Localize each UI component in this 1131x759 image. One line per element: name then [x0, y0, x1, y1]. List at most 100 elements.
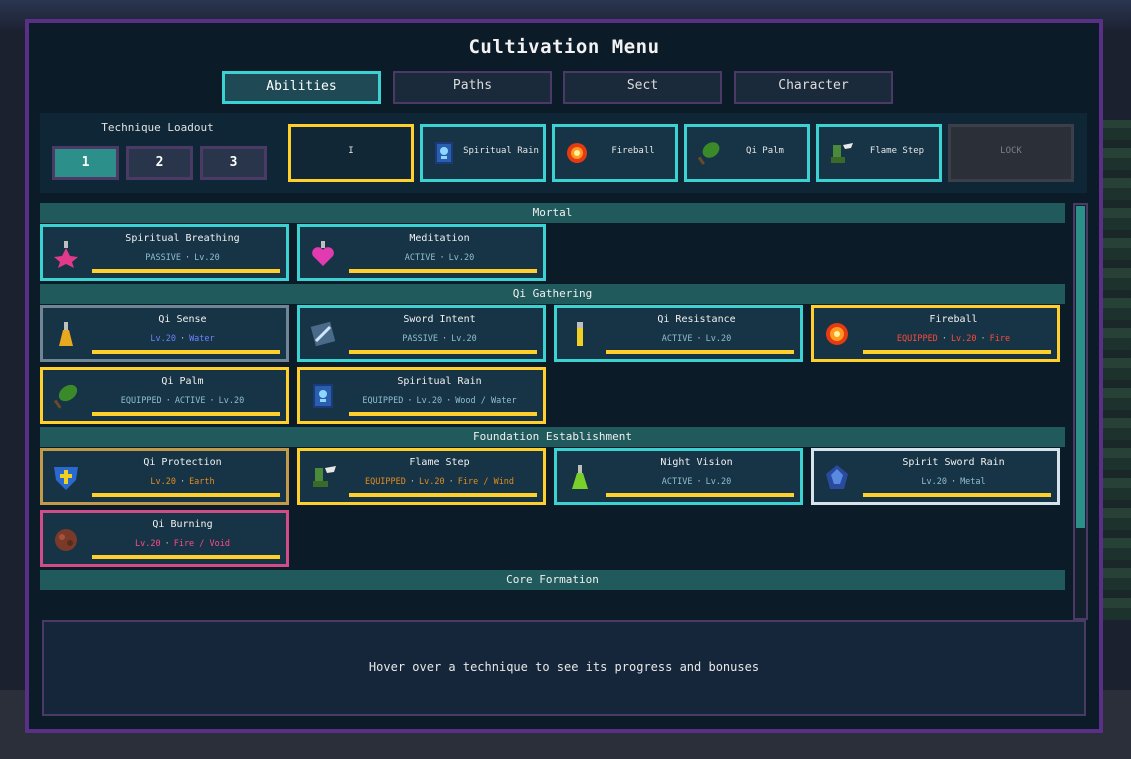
tab-sect[interactable]: Sect [563, 71, 722, 104]
loadout-slot-4[interactable]: Qi Palm [684, 124, 810, 182]
section-header-qi-gathering: Qi Gathering [40, 284, 1065, 304]
winged-boot-icon [313, 466, 336, 487]
technique-card-meditation[interactable]: Meditation ACTIVE · Lv.20 [297, 224, 546, 281]
tag-type: PASSIVE [402, 334, 439, 344]
background-foliage [1100, 120, 1131, 620]
spellbook-icon [435, 142, 453, 164]
tag-equipped: EQUIPPED [362, 396, 404, 406]
progress-bar [92, 493, 280, 497]
technique-card-sword-intent[interactable]: Sword Intent PASSIVE · Lv.20 [297, 305, 546, 362]
slot-label: Flame Step [869, 146, 925, 156]
sword-tome-icon [310, 321, 336, 347]
card-info: EQUIPPED · ACTIVE · Lv.20 [120, 396, 245, 406]
info-hint: Hover over a technique to see its progre… [368, 660, 760, 674]
tab-character[interactable]: Character [734, 71, 893, 104]
technique-card-spiritual-breathing[interactable]: Spiritual Breathing PASSIVE · Lv.20 [40, 224, 289, 281]
card-info: PASSIVE · Lv.20 [402, 334, 477, 344]
progress-bar [606, 350, 794, 354]
loadout-title: Technique Loadout [101, 121, 214, 134]
tag-element: Fire / Wind [457, 477, 515, 487]
technique-info-panel: Hover over a technique to see its progre… [42, 620, 1086, 716]
tag-level: Lv.20 [150, 334, 176, 344]
technique-list-scrollbar[interactable] [1073, 203, 1088, 620]
technique-loadout-bar: Technique Loadout 1 2 3 I Spiritual Rain… [40, 113, 1087, 193]
tag-type: ACTIVE [661, 334, 693, 344]
technique-card-qi-protection[interactable]: Qi Protection Lv.20 · Earth [40, 448, 289, 505]
technique-card-flame-step[interactable]: Flame Step EQUIPPED · Lv.20 · Fire / Wind [297, 448, 546, 505]
loadout-slot-2[interactable]: Spiritual Rain [420, 124, 546, 182]
card-info: Lv.20 · Earth [150, 477, 215, 487]
technique-card-night-vision[interactable]: Night Vision ACTIVE · Lv.20 [554, 448, 803, 505]
technique-card-qi-resistance[interactable]: Qi Resistance ACTIVE · Lv.20 [554, 305, 803, 362]
card-info: ACTIVE · Lv.20 [404, 253, 475, 263]
tag-level: Lv.20 [419, 477, 445, 487]
progress-bar [863, 493, 1051, 497]
technique-list: Mortal Spiritual Breathing PASSIVE · Lv.20… [40, 203, 1068, 613]
tab-abilities[interactable]: Abilities [222, 71, 381, 104]
progress-bar [92, 412, 280, 416]
technique-card-qi-burning[interactable]: Qi Burning Lv.20 · Fire / Void [40, 510, 289, 567]
tag-element: Earth [189, 477, 215, 487]
progress-bar [92, 269, 280, 273]
gold-flask-icon [59, 322, 73, 346]
card-info: Lv.20 · Metal [921, 477, 986, 487]
star-potion-icon [54, 241, 78, 268]
tag-element: Fire / Void [173, 539, 230, 549]
progress-bar [349, 350, 537, 354]
loadout-preset-3[interactable]: 3 [200, 146, 267, 180]
tag-level: Lv.20 [218, 396, 245, 406]
progress-bar [349, 412, 537, 416]
tab-paths[interactable]: Paths [393, 71, 552, 104]
tag-element: Fire [989, 334, 1011, 344]
tag-element: Water [189, 334, 215, 344]
technique-card-spirit-sword-rain[interactable]: Spirit Sword Rain Lv.20 · Metal [811, 448, 1060, 505]
cultivation-menu-window: Cultivation Menu Abilities Paths Sect Ch… [25, 19, 1103, 733]
progress-bar [349, 493, 537, 497]
card-name: Qi Burning [152, 519, 213, 530]
technique-card-fireball[interactable]: Fireball EQUIPPED · Lv.20 · Fire [811, 305, 1060, 362]
tag-level: Lv.20 [448, 253, 475, 263]
card-info: PASSIVE · Lv.20 [145, 253, 220, 263]
loadout-slot-3[interactable]: Fireball [552, 124, 678, 182]
card-info: ACTIVE · Lv.20 [661, 334, 732, 344]
tag-equipped: EQUIPPED [364, 477, 406, 487]
scrollbar-thumb[interactable] [1076, 206, 1085, 528]
card-name: Meditation [409, 233, 470, 244]
slot-label: I [348, 146, 354, 156]
tag-level: Lv.20 [134, 539, 161, 549]
technique-card-qi-sense[interactable]: Qi Sense Lv.20 · Water [40, 305, 289, 362]
tag-level: Lv.20 [705, 477, 732, 487]
technique-card-spiritual-rain[interactable]: Spiritual Rain EQUIPPED · Lv.20 · Wood / Wat… [297, 367, 546, 424]
tag-level: Lv.20 [194, 253, 220, 263]
card-info: ACTIVE · Lv.20 [661, 477, 732, 487]
card-info: EQUIPPED · Lv.20 · Fire [896, 334, 1011, 344]
technique-card-qi-palm[interactable]: Qi Palm EQUIPPED · ACTIVE · Lv.20 [40, 367, 289, 424]
section-header-core-formation: Core Formation [40, 570, 1065, 590]
slot-label: Fireball [611, 146, 655, 156]
section-header-foundation-establishment: Foundation Establishment [40, 427, 1065, 447]
card-name: Spirit Sword Rain [902, 457, 1005, 468]
heart-potion-icon [312, 241, 334, 266]
card-info: Lv.20 · Water [150, 334, 215, 344]
slot-label: Spiritual Rain [463, 146, 539, 156]
loadout-slot-5[interactable]: Flame Step [816, 124, 942, 182]
tag-level: Lv.20 [921, 477, 947, 487]
ember-stone-icon [55, 529, 77, 551]
winged-boot-icon [831, 143, 853, 163]
loadout-preset-1[interactable]: 1 [52, 146, 119, 180]
green-flask-icon [572, 465, 588, 489]
cross-shield-icon [54, 467, 78, 490]
loadout-slot-locked[interactable]: LOCK [948, 124, 1074, 182]
card-info: EQUIPPED · Lv.20 · Fire / Wind [364, 477, 515, 487]
fireball-icon [567, 143, 587, 163]
slot-label: LOCK [1000, 146, 1022, 156]
tag-element: Metal [960, 477, 986, 487]
slot-label: Qi Palm [746, 146, 784, 156]
tag-level: Lv.20 [150, 477, 176, 487]
loadout-preset-2[interactable]: 2 [126, 146, 193, 180]
tag-level: Lv.20 [416, 396, 443, 406]
loadout-slot-1[interactable]: I [288, 124, 414, 182]
tag-type: ACTIVE [404, 253, 436, 263]
card-name: Fireball [929, 314, 978, 325]
tag-equipped: EQUIPPED [896, 334, 938, 344]
